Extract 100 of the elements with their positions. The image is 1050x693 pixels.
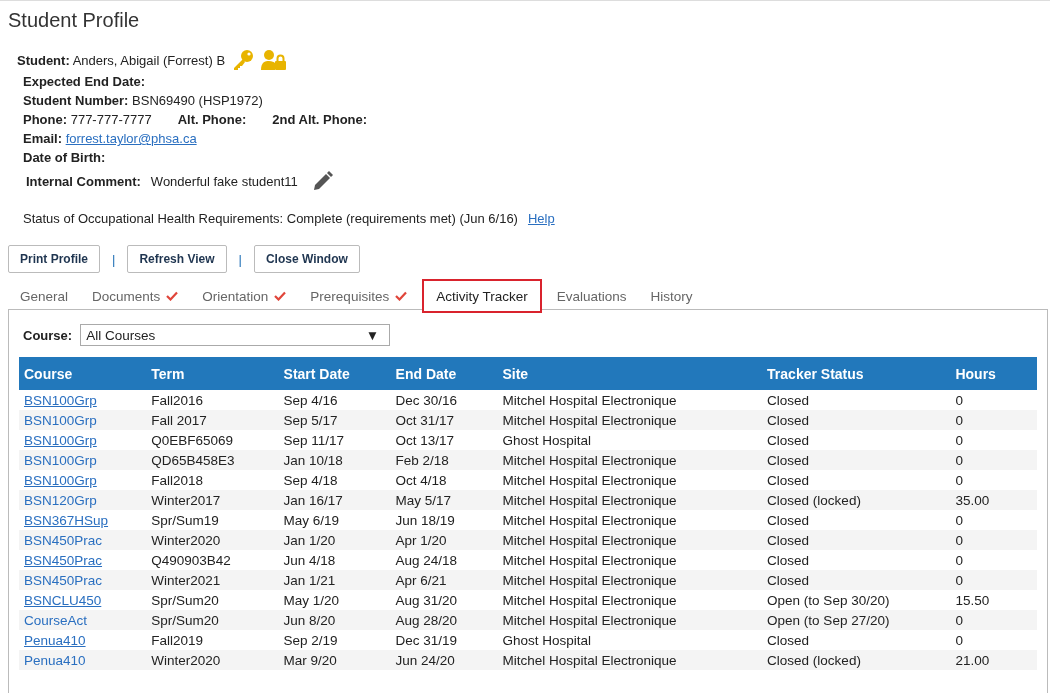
- tab[interactable]: General: [8, 283, 81, 309]
- table-cell: Winter2021: [146, 570, 279, 590]
- table-cell: 0: [950, 430, 1037, 450]
- column-header: Course: [19, 357, 147, 390]
- course-select[interactable]: All Courses ▼: [80, 324, 391, 346]
- table-cell: Jun 8/20: [278, 610, 391, 630]
- action-button[interactable]: Close Window: [253, 245, 360, 273]
- table-cell: Sep 5/17: [278, 410, 391, 430]
- table-cell: Closed: [762, 410, 951, 430]
- table-cell: Q0EBF65069: [146, 430, 279, 450]
- tab[interactable]: Evaluations: [544, 283, 639, 309]
- tab[interactable]: Activity Tracker: [422, 279, 542, 313]
- table-cell: Apr 1/20: [390, 530, 498, 550]
- table-cell: Open (to Sep 27/20): [762, 610, 951, 630]
- page-title: Student Profile: [8, 9, 141, 32]
- column-header: Site: [497, 357, 763, 390]
- table-cell: Mitchel Hospital Electronique: [497, 530, 763, 550]
- table-cell: Jan 1/21: [278, 570, 391, 590]
- course-link[interactable]: BSN100Grp: [24, 432, 97, 448]
- action-button[interactable]: Print Profile: [8, 245, 100, 273]
- email-link[interactable]: forrest.taylor@phsa.ca: [65, 131, 197, 146]
- table-cell: Sep 4/16: [278, 390, 391, 410]
- course-link[interactable]: Penua410: [24, 652, 86, 668]
- table-cell: 0: [950, 410, 1037, 430]
- column-header: Tracker Status: [762, 357, 951, 390]
- table-cell: Mitchel Hospital Electronique: [497, 450, 763, 470]
- key-icon[interactable]: [231, 49, 256, 71]
- table-cell: 21.00: [950, 650, 1037, 670]
- tab[interactable]: Orientation: [190, 283, 299, 309]
- table-cell: Closed (locked): [762, 650, 951, 670]
- table-cell: Q490903B42: [146, 550, 279, 570]
- column-header: Hours: [950, 357, 1037, 390]
- tab[interactable]: Documents: [80, 283, 191, 309]
- table-cell: Aug 28/20: [390, 610, 498, 630]
- table-cell: Closed: [762, 430, 951, 450]
- table-cell: Mitchel Hospital Electronique: [497, 470, 763, 490]
- table-cell: 0: [950, 550, 1037, 570]
- course-link[interactable]: BSN100Grp: [24, 412, 97, 428]
- table-cell: Closed: [762, 470, 951, 490]
- pencil-icon[interactable]: [311, 170, 334, 192]
- table-cell: Mitchel Hospital Electronique: [497, 550, 763, 570]
- table-cell: Fall 2017: [146, 410, 279, 430]
- filter-label: Course:: [23, 327, 73, 343]
- course-link[interactable]: CourseAct: [24, 612, 88, 628]
- table-cell: Mitchel Hospital Electronique: [497, 390, 763, 410]
- course-link[interactable]: BSNCLU450: [24, 592, 102, 608]
- action-button[interactable]: Refresh View: [127, 245, 227, 273]
- table-cell: Sep 11/17: [278, 430, 391, 450]
- course-link[interactable]: BSN100Grp: [24, 472, 97, 488]
- table-cell: 0: [950, 390, 1037, 410]
- table-cell: Ghost Hospital: [497, 430, 763, 450]
- table-cell: Mitchel Hospital Electronique: [497, 510, 763, 530]
- separator: |: [238, 251, 242, 267]
- table-cell: 0: [950, 630, 1037, 650]
- table-cell: 0: [950, 470, 1037, 490]
- tab[interactable]: History: [638, 283, 705, 309]
- user-lock-icon[interactable]: [261, 50, 288, 70]
- table-cell: Jun 18/19: [390, 510, 498, 530]
- course-link[interactable]: BSN100Grp: [24, 392, 97, 408]
- table-cell: Apr 6/21: [390, 570, 498, 590]
- course-link[interactable]: BSN450Prac: [24, 532, 103, 548]
- table-cell: Jan 16/17: [278, 490, 391, 510]
- table-cell: Aug 24/18: [390, 550, 498, 570]
- table-cell: 0: [950, 450, 1037, 470]
- table-cell: Mitchel Hospital Electronique: [497, 610, 763, 630]
- table-cell: 0: [950, 530, 1037, 550]
- info-field: Date of Birth:: [23, 150, 106, 165]
- course-link[interactable]: Penua410: [24, 632, 86, 648]
- table-cell: Mitchel Hospital Electronique: [497, 650, 763, 670]
- table-cell: Ghost Hospital: [497, 630, 763, 650]
- table-cell: Closed (locked): [762, 490, 951, 510]
- table-cell: Winter2020: [146, 650, 279, 670]
- table-cell: Closed: [762, 570, 951, 590]
- course-link[interactable]: BSN100Grp: [24, 452, 97, 468]
- info-field: 2nd Alt. Phone:: [272, 112, 368, 127]
- table-cell: Spr/Sum20: [146, 590, 279, 610]
- check-icon: [395, 291, 408, 301]
- field-label: Email:: [23, 131, 62, 146]
- info-field: Student Number: BSN69490 (HSP1972): [23, 93, 263, 108]
- table-cell: 35.00: [950, 490, 1037, 510]
- separator: |: [112, 251, 116, 267]
- student-name: Student: Anders, Abigail (Forrest) B: [17, 52, 226, 68]
- column-header: End Date: [390, 357, 498, 390]
- course-link[interactable]: BSN450Prac: [24, 572, 103, 588]
- info-field: Phone: 777-777-7777: [23, 112, 152, 127]
- table-cell: Jun 24/20: [390, 650, 498, 670]
- tab[interactable]: Prerequisites: [298, 283, 420, 309]
- table-cell: Mitchel Hospital Electronique: [497, 410, 763, 430]
- table-cell: Closed: [762, 630, 951, 650]
- table-cell: Jan 1/20: [278, 530, 391, 550]
- course-link[interactable]: BSN367HSup: [24, 512, 109, 528]
- table-cell: Open (to Sep 30/20): [762, 590, 951, 610]
- table-cell: Closed: [762, 550, 951, 570]
- course-link[interactable]: BSN450Prac: [24, 552, 103, 568]
- status-text: Status of Occupational Health Requirements: Complete (requirements met) (Jun 6/16): [23, 211, 518, 226]
- help-link[interactable]: Help: [527, 211, 555, 226]
- field-label: Internal Comment:: [26, 173, 141, 189]
- course-link[interactable]: BSN120Grp: [24, 492, 97, 508]
- table-cell: Closed: [762, 390, 951, 410]
- table-cell: Sep 4/18: [278, 470, 391, 490]
